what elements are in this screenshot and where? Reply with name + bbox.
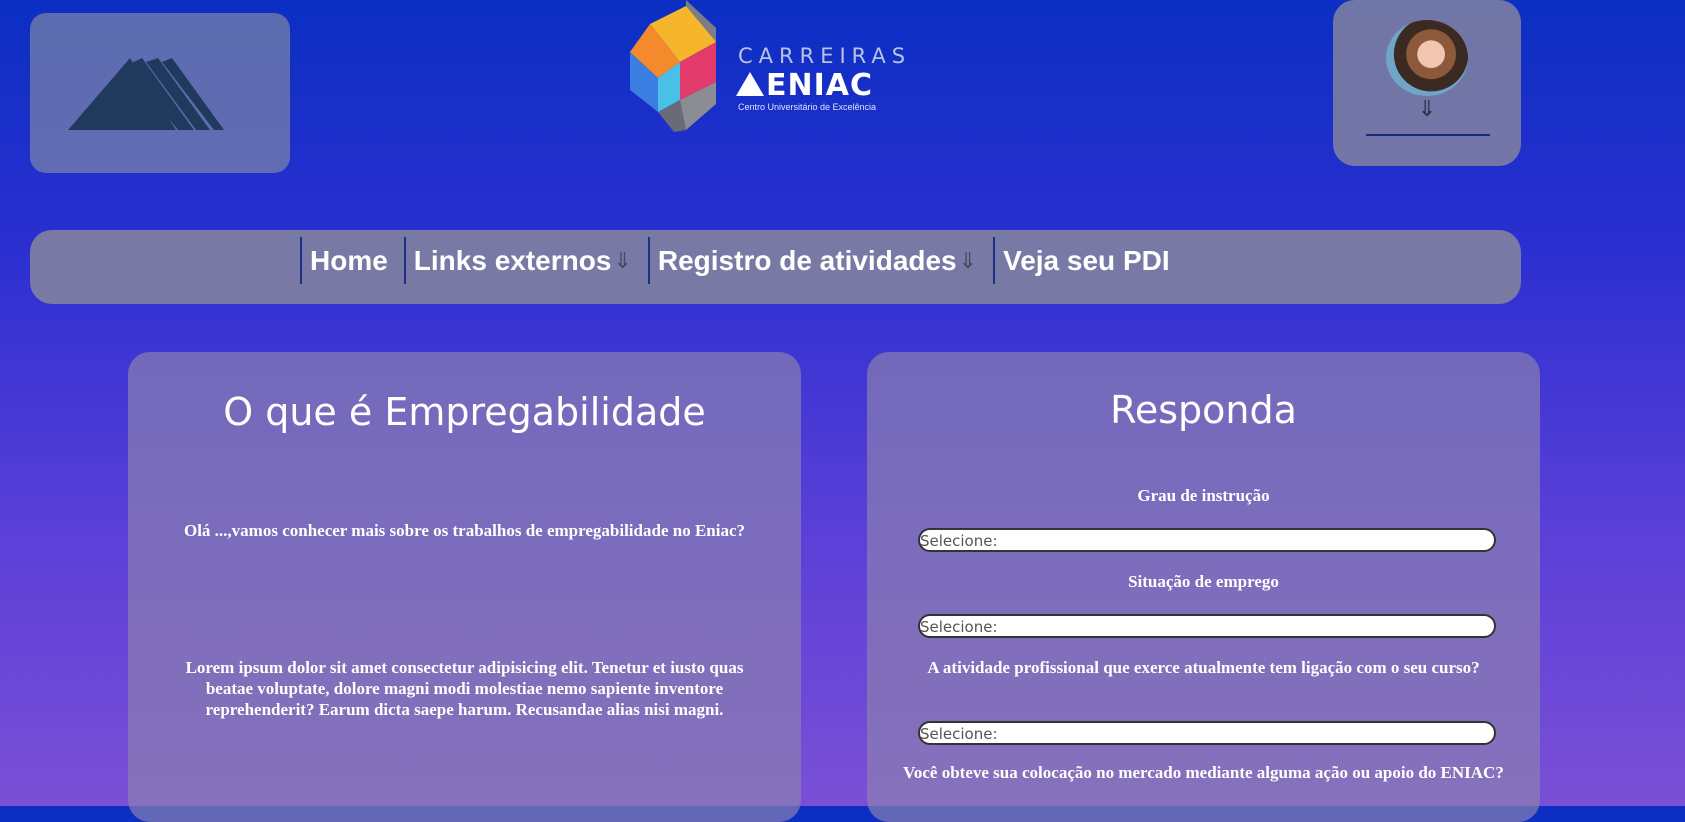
mountain-logo-icon <box>68 58 224 130</box>
main-nav: Home Links externos ⇓ Registro de ativid… <box>30 230 1521 304</box>
question-label-apoio-eniac: Você obteve sua colocação no mercado med… <box>903 763 1504 782</box>
question-label-grau-de-instrucao: Grau de instrução <box>1137 486 1270 505</box>
brand-eniac-label: ENIAC <box>766 68 873 103</box>
body-text: Lorem ipsum dolor sit amet consectetur a… <box>185 658 744 719</box>
nav-item-home[interactable]: Home <box>300 237 394 284</box>
empregabilidade-card: O que é Empregabilidade Olá ...,vamos co… <box>128 352 801 822</box>
nav-item-label: Links externos <box>413 244 612 276</box>
profile-dropdown-arrow-icon[interactable]: ⇓ <box>1333 96 1521 122</box>
card-title: Responda <box>1110 388 1297 432</box>
intro-text: Olá ...,vamos conhecer mais sobre os tra… <box>183 521 746 540</box>
brand-eniac-text: ENIAC <box>736 68 873 103</box>
select-grau-de-instrucao[interactable]: Selecione: <box>918 528 1496 552</box>
question-label-ligacao-com-curso: A atividade profissional que exerce atua… <box>927 658 1480 677</box>
select-situacao-de-emprego[interactable]: Selecione: <box>918 614 1496 638</box>
card-title: O que é Empregabilidade <box>223 390 706 434</box>
nav-list: Home Links externos ⇓ Registro de ativid… <box>300 237 1186 284</box>
eniac-brand-logo[interactable]: CARREIRAS ENIAC Centro Universitário de … <box>628 0 905 134</box>
nav-item-label: Veja seu PDI <box>1003 244 1170 276</box>
avatar[interactable] <box>1386 20 1468 96</box>
brand-triangle-icon <box>736 72 764 96</box>
nav-item-label: Registro de atividades <box>657 244 957 276</box>
select-ligacao-com-curso[interactable]: Selecione: <box>918 721 1496 745</box>
profile-menu[interactable]: ⇓ <box>1333 0 1521 166</box>
dropdown-arrow-icon: ⇓ <box>958 247 978 273</box>
profile-underline <box>1366 134 1490 136</box>
survey-card: Responda Grau de instrução Selecione: Si… <box>867 352 1540 822</box>
nav-item-label: Home <box>310 244 388 276</box>
dropdown-arrow-icon: ⇓ <box>613 247 632 273</box>
nav-item-links-externos[interactable]: Links externos ⇓ <box>403 237 638 284</box>
eniac-cube-icon <box>630 0 716 132</box>
brand-tagline: Centro Universitário de Excelência <box>738 102 877 112</box>
logo-box <box>30 13 290 173</box>
nav-item-veja-seu-pdi[interactable]: Veja seu PDI <box>993 237 1176 284</box>
question-label-situacao-de-emprego: Situação de emprego <box>1128 572 1279 591</box>
brand-carreiras-text: CARREIRAS <box>738 44 912 68</box>
nav-item-registro-de-atividades[interactable]: Registro de atividades ⇓ <box>647 237 983 284</box>
